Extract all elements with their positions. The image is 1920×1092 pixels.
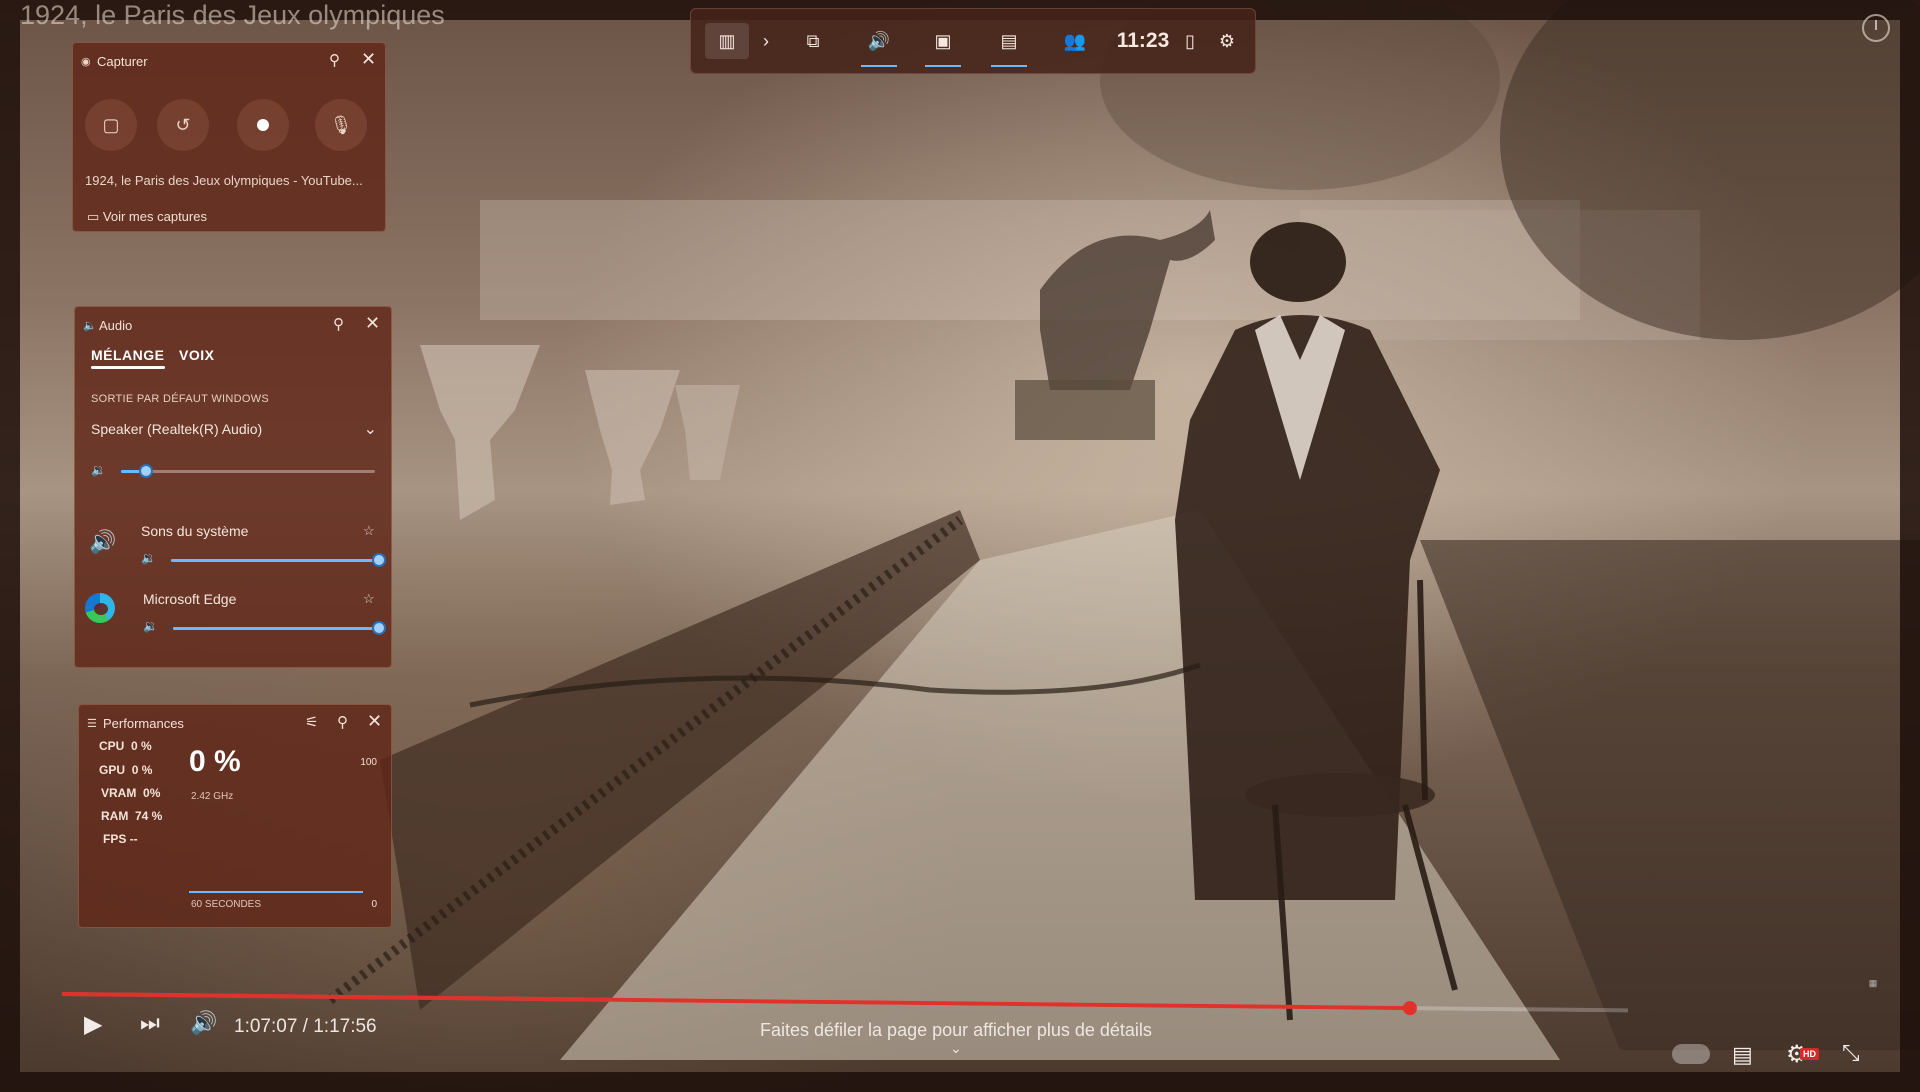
edge-volume-thumb[interactable] bbox=[372, 621, 386, 635]
widget-menu-icon[interactable]: ▥ bbox=[705, 23, 749, 59]
resources-icon[interactable]: ▤ bbox=[987, 23, 1031, 67]
autoplay-toggle[interactable] bbox=[1672, 1044, 1710, 1064]
capture-header[interactable]: ◉ Capturer ⚲ ✕ bbox=[73, 43, 385, 79]
time-display: 1:07:07 / 1:17:56 bbox=[234, 1016, 377, 1037]
performance-header[interactable]: ☰ Performances ⚟ ⚲ ✕ bbox=[79, 705, 391, 741]
pin-icon[interactable]: ⚲ bbox=[333, 315, 344, 333]
watch-later-icon[interactable] bbox=[1862, 14, 1890, 42]
channel-watermark[interactable]: ▦ bbox=[1850, 978, 1896, 1018]
view-captures-label: Voir mes captures bbox=[102, 209, 207, 224]
system-sounds-icon: 🔊 bbox=[89, 529, 117, 554]
metric-ram[interactable]: RAM 74 % bbox=[101, 809, 162, 823]
video-title: 1924, le Paris des Jeux olympiques bbox=[20, 0, 445, 30]
game-bar: ▥ › ⧉ 🔊 ▣ ▤ 👥 11:23 ▯ ⚙ bbox=[690, 8, 1256, 74]
capture-widget: ◉ Capturer ⚲ ✕ ▢ ↺ 🎙 1924, le Paris des … bbox=[72, 42, 386, 232]
mouse-icon[interactable]: ▯ bbox=[1177, 23, 1203, 59]
metric-cpu[interactable]: CPU 0 % bbox=[99, 739, 152, 753]
settings-icon[interactable]: ⚙ bbox=[1209, 23, 1245, 59]
edge-volume-slider[interactable] bbox=[173, 621, 386, 635]
clock-time: 11:23 bbox=[1116, 29, 1170, 52]
exit-fullscreen-icon[interactable]: ⤡ bbox=[1842, 1040, 1860, 1066]
system-volume-slider[interactable] bbox=[171, 553, 386, 567]
metric-vram[interactable]: VRAM 0% bbox=[101, 786, 160, 800]
metric-fps[interactable]: FPS -- bbox=[103, 832, 138, 846]
audio-icon[interactable]: 🔊 bbox=[857, 23, 901, 67]
master-volume-thumb[interactable] bbox=[139, 464, 154, 478]
play-icon[interactable]: ▶ bbox=[84, 1010, 102, 1039]
volume-icon: 🔉 bbox=[143, 619, 158, 633]
star-icon[interactable]: ☆ bbox=[363, 591, 375, 607]
audio-header[interactable]: 🔈 Audio ⚲ ✕ bbox=[75, 307, 391, 343]
graph-window: 60 SECONDES bbox=[191, 899, 262, 910]
star-icon[interactable]: ☆ bbox=[363, 523, 375, 539]
capture-source: 1924, le Paris des Jeux olympiques - You… bbox=[85, 173, 363, 188]
hd-badge: HD bbox=[1800, 1048, 1819, 1060]
system-volume-fill bbox=[171, 559, 379, 562]
cpu-usage-value: 0 % bbox=[189, 745, 241, 778]
volume-icon: 🔉 bbox=[141, 551, 156, 565]
capture-icon[interactable]: ⧉ bbox=[791, 23, 835, 59]
screenshot-button[interactable]: ▢ bbox=[85, 99, 137, 151]
view-captures-link[interactable]: ▭ Voir mes captures bbox=[87, 209, 207, 225]
close-icon[interactable]: ✕ bbox=[361, 49, 376, 70]
performance-widget-icon: ☰ bbox=[87, 718, 97, 730]
capture-widget-icon: ◉ bbox=[81, 56, 91, 68]
edge-volume-fill bbox=[173, 627, 379, 630]
app-name-edge: Microsoft Edge bbox=[143, 591, 237, 607]
audio-widget: 🔈 Audio ⚲ ✕ MÉLANGE VOIX SORTIE PAR DÉFA… bbox=[74, 306, 392, 668]
history-icon: ↺ bbox=[175, 114, 191, 135]
mic-toggle-button[interactable]: 🎙 bbox=[315, 99, 367, 151]
tab-mix[interactable]: MÉLANGE bbox=[91, 347, 165, 369]
scroll-hint[interactable]: Faites défiler la page pour afficher plu… bbox=[760, 1020, 1152, 1041]
master-volume-slider[interactable] bbox=[121, 464, 375, 478]
pin-icon[interactable]: ⚲ bbox=[337, 713, 348, 731]
close-icon[interactable]: ✕ bbox=[365, 313, 380, 334]
subtitles-icon[interactable]: ▤ bbox=[1732, 1042, 1753, 1068]
next-icon[interactable]: ⏭ bbox=[140, 1010, 160, 1036]
pin-icon[interactable]: ⚲ bbox=[329, 51, 340, 69]
chevron-down-icon[interactable]: ⌄ bbox=[364, 419, 377, 439]
xbox-social-icon[interactable]: 👥 bbox=[1053, 23, 1097, 59]
options-icon[interactable]: ⚟ bbox=[305, 713, 318, 731]
performance-title: Performances bbox=[103, 716, 184, 731]
graph-max: 100 bbox=[360, 757, 377, 768]
performance-widget: ☰ Performances ⚟ ⚲ ✕ CPU 0 % GPU 0 % VRA… bbox=[78, 704, 392, 928]
capture-title: Capturer bbox=[97, 54, 148, 69]
record-button[interactable] bbox=[237, 99, 289, 151]
record-last-button[interactable]: ↺ bbox=[157, 99, 209, 151]
performance-icon[interactable]: ▣ bbox=[921, 23, 965, 67]
edge-icon bbox=[85, 593, 115, 623]
speaker-icon: 🔈 bbox=[83, 320, 97, 332]
mic-off-icon: 🎙 bbox=[329, 114, 353, 135]
volume-icon: 🔉 bbox=[91, 463, 106, 477]
chevron-down-icon[interactable]: ⌄ bbox=[950, 1040, 962, 1057]
output-label: SORTIE PAR DÉFAUT WINDOWS bbox=[91, 393, 270, 405]
chevron-right-icon[interactable]: › bbox=[755, 23, 777, 59]
audio-title: Audio bbox=[99, 318, 133, 333]
system-volume-thumb[interactable] bbox=[372, 553, 386, 567]
record-dot-icon bbox=[257, 119, 269, 131]
metric-gpu[interactable]: GPU 0 % bbox=[99, 763, 152, 777]
volume-icon[interactable]: 🔊 bbox=[190, 1010, 217, 1036]
graph-min: 0 bbox=[371, 899, 377, 910]
app-name-system: Sons du système bbox=[141, 523, 249, 539]
usage-graph bbox=[189, 885, 363, 893]
cpu-frequency: 2.42 GHz bbox=[191, 791, 234, 802]
close-icon[interactable]: ✕ bbox=[367, 711, 382, 732]
tab-voice[interactable]: VOIX bbox=[179, 347, 214, 363]
camera-icon: ▢ bbox=[102, 114, 120, 135]
gallery-icon: ▭ bbox=[87, 209, 100, 224]
output-device-select[interactable]: Speaker (Realtek(R) Audio) bbox=[91, 421, 262, 437]
